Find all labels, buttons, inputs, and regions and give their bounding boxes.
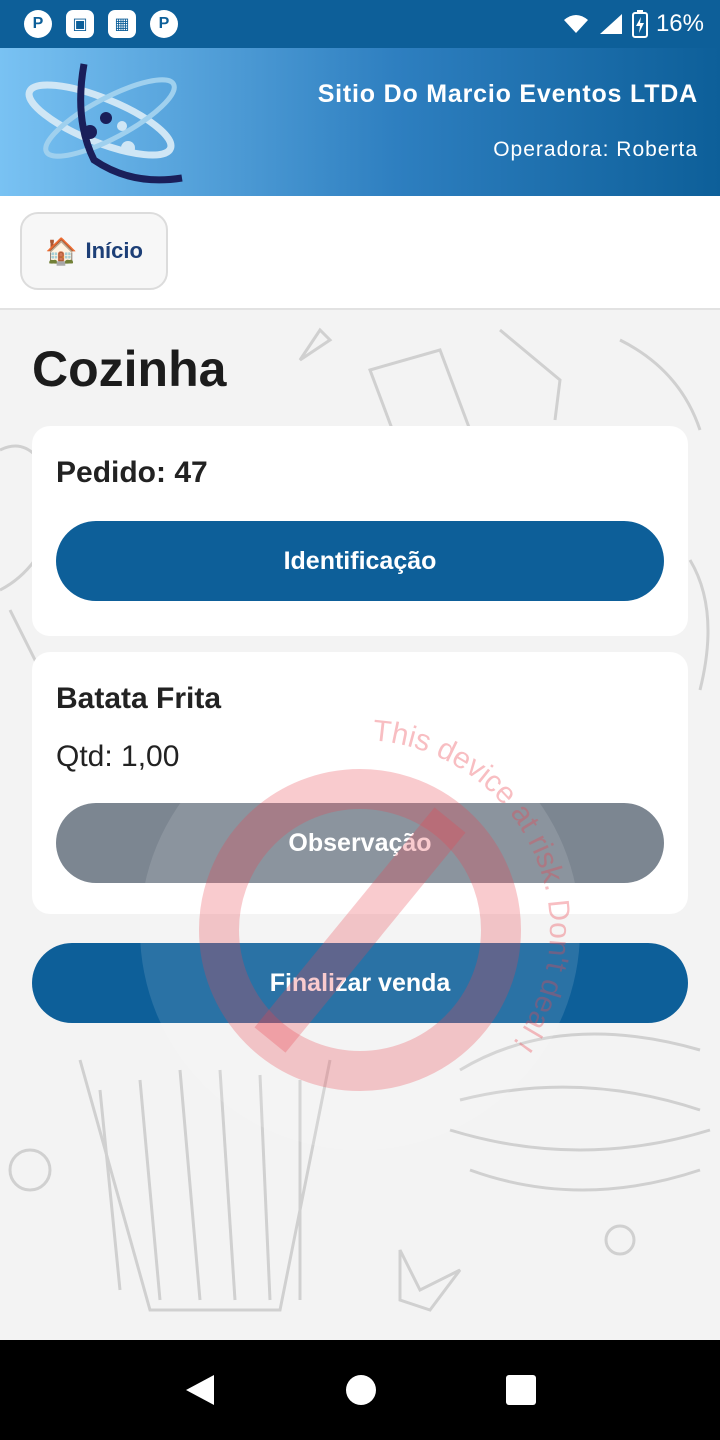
wifi-icon — [563, 15, 588, 33]
main-content: Cozinha Pedido: 47 Identificação Batata … — [0, 310, 720, 1340]
order-number: Pedido: 47 — [56, 456, 208, 489]
page-title: Cozinha — [32, 341, 227, 397]
system-navigation-bar — [0, 1340, 720, 1440]
company-logo — [25, 63, 183, 184]
house-icon: 🏠 — [45, 236, 78, 266]
order-card: Pedido: 47 Identificação — [32, 426, 688, 636]
observation-button[interactable]: Observação — [56, 803, 664, 883]
order-item-card: Batata Frita Qtd: 1,00 Observação — [32, 652, 688, 914]
operator-name: Operadora: Roberta — [493, 138, 698, 161]
identification-button[interactable]: Identificação — [56, 521, 664, 601]
home-circle-icon[interactable] — [345, 1374, 377, 1406]
battery-charging-icon — [631, 10, 648, 38]
item-quantity: Qtd: 1,00 — [56, 740, 180, 773]
signal-icon — [599, 14, 622, 34]
app-notification-icon: P — [24, 10, 52, 38]
app-header: Sitio Do Marcio Eventos LTDA Operadora: … — [0, 48, 720, 196]
recents-icon[interactable] — [505, 1375, 536, 1405]
nav-bar: 🏠 Início — [0, 196, 720, 310]
finish-sale-button[interactable]: Finalizar venda — [32, 943, 688, 1023]
company-name: Sitio Do Marcio Eventos LTDA — [317, 80, 698, 108]
home-button[interactable]: 🏠 Início — [20, 212, 168, 290]
home-button-label: Início — [85, 238, 143, 263]
back-icon[interactable] — [184, 1373, 216, 1407]
battery-percent: 16% — [655, 10, 704, 37]
notification-icons: P ▣ ▦ P — [24, 10, 178, 38]
status-indicators: 16% — [562, 10, 704, 38]
item-name: Batata Frita — [56, 682, 222, 715]
app-notification-icon: P — [150, 10, 178, 38]
grid-notification-icon: ▦ — [108, 10, 136, 38]
status-bar: P ▣ ▦ P 16% — [0, 0, 720, 48]
app-notification-icon: ▣ — [66, 10, 94, 38]
